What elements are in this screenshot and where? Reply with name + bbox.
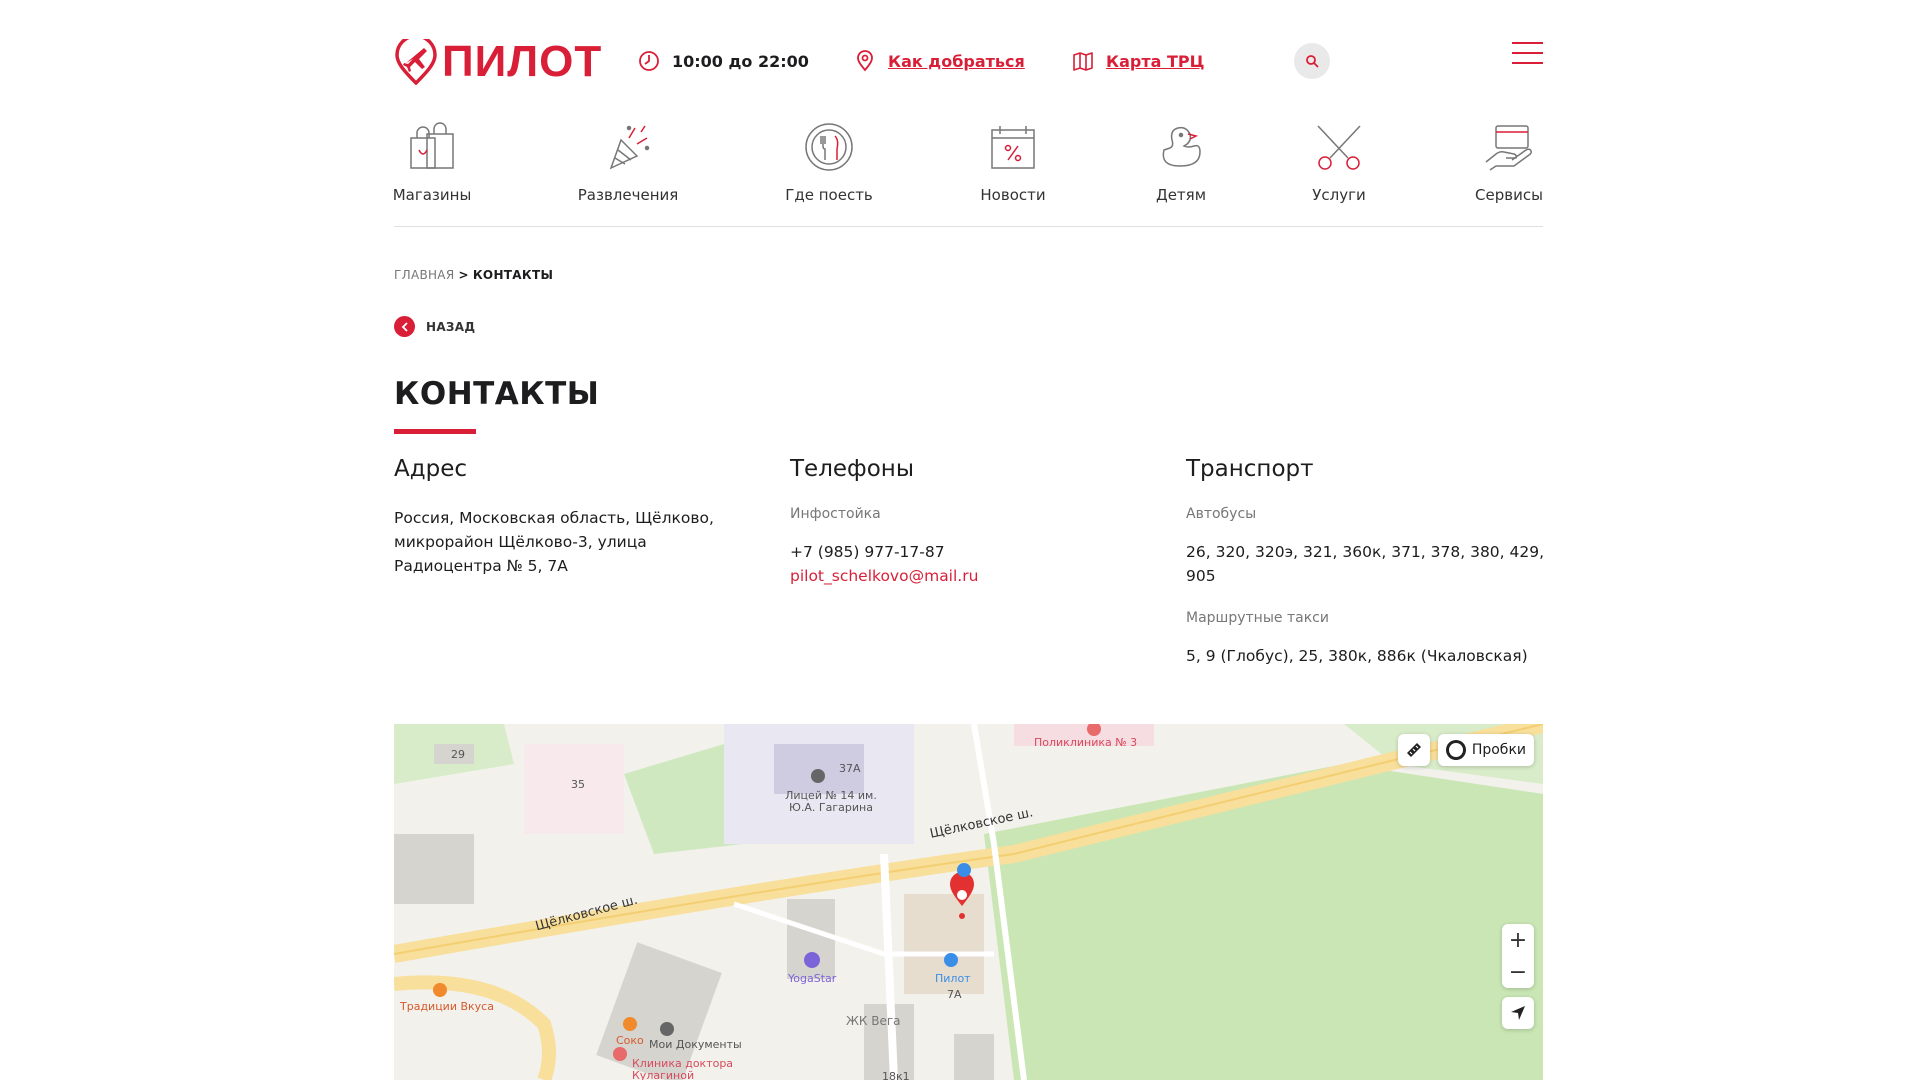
hours-text: 10:00 до 22:00: [672, 51, 809, 71]
map-tiles: [394, 724, 1543, 1080]
breadcrumb-separator: >: [458, 268, 469, 282]
taxi-label: Маршрутные такси: [1186, 610, 1329, 626]
map-label-lyceum: Лицей № 14 им. Ю.А. Гагарина: [785, 789, 877, 814]
logo[interactable]: ПИЛОТ: [394, 38, 602, 86]
map-label-pilot: Пилот: [935, 972, 971, 985]
nav-label: Новости: [980, 186, 1046, 204]
category-nav: Магазины Развлечения Где поесть Новости …: [392, 120, 1543, 227]
search-button[interactable]: [1294, 43, 1330, 79]
rubber-duck-icon: [1162, 126, 1201, 167]
map-label-clinic: Поликлиника № 3: [1034, 736, 1138, 749]
plate-cutlery-icon: [805, 123, 853, 171]
email-link[interactable]: pilot_schelkovo@mail.ru: [790, 564, 1150, 588]
breadcrumb-home[interactable]: ГЛАВНАЯ: [394, 268, 454, 282]
shopping-bags-icon: [410, 122, 454, 169]
nav-label: Магазины: [392, 186, 472, 204]
map-label-7a: 7А: [947, 988, 962, 1001]
back-button[interactable]: НАЗАД: [394, 316, 475, 337]
mall-map-link[interactable]: Карта ТРЦ: [1072, 50, 1204, 72]
search-icon: [1306, 55, 1319, 68]
zoom-control: + −: [1502, 924, 1534, 988]
mall-map-label[interactable]: Карта ТРЦ: [1106, 52, 1204, 71]
map-label-zhk: ЖК Вега: [846, 1014, 901, 1028]
location-map[interactable]: Поликлиника № 3 Лицей № 14 им. Ю.А. Гага…: [394, 724, 1543, 1080]
map-label-docs: Мои Документы: [649, 1038, 742, 1051]
nav-item-service-info[interactable]: Сервисы: [1475, 120, 1543, 204]
nav-label: Сервисы: [1475, 186, 1543, 204]
plane-pin-logo-icon: [395, 39, 437, 85]
how-to-get-label[interactable]: Как добраться: [888, 52, 1025, 71]
zoom-out-button[interactable]: −: [1502, 956, 1534, 988]
breadcrumb: ГЛАВНАЯ > КОНТАКТЫ: [394, 268, 553, 282]
map-label-soko: Соко: [616, 1034, 644, 1047]
navigation-arrow-icon: [1511, 1006, 1525, 1020]
geolocation-button[interactable]: [1502, 997, 1534, 1029]
site-header: ПИЛОТ 10:00 до 22:00 Как добраться Карта…: [394, 38, 1543, 88]
scissors-icon: [1317, 125, 1361, 170]
nav-item-food[interactable]: Где поесть: [785, 120, 873, 204]
back-label: НАЗАД: [426, 319, 476, 334]
location-pin-icon: [857, 50, 873, 72]
ruler-icon: [1407, 743, 1421, 757]
bus-label: Автобусы: [1186, 506, 1257, 522]
address-section: Адрес Россия, Московская область, Щёлков…: [394, 456, 754, 578]
nav-label: Где поесть: [785, 186, 873, 204]
calendar-percent-icon: [991, 126, 1035, 169]
zoom-in-button[interactable]: +: [1502, 924, 1534, 956]
nav-item-services[interactable]: Услуги: [1312, 120, 1366, 204]
clock-icon: [639, 51, 659, 71]
transport-heading: Транспорт: [1186, 456, 1314, 482]
map-label-clinic2: Клиника доктора Кулагиной: [632, 1057, 734, 1080]
address-heading: Адрес: [394, 456, 468, 482]
nav-label: Детям: [1155, 186, 1207, 204]
nav-label: Развлечения: [577, 186, 679, 204]
breadcrumb-current: КОНТАКТЫ: [472, 268, 554, 282]
map-label-tradition: Традиции Вкуса: [400, 1000, 494, 1013]
address-text: Россия, Московская область, Щёлково, мик…: [394, 509, 714, 575]
party-popper-icon: [609, 125, 650, 170]
traffic-ring-icon: [1446, 740, 1466, 760]
chevron-left-icon: [394, 316, 415, 337]
how-to-get-link[interactable]: Как добраться: [854, 50, 1025, 72]
traffic-label: Пробки: [1471, 742, 1526, 758]
nav-label: Услуги: [1312, 186, 1366, 204]
opening-hours: 10:00 до 22:00: [638, 50, 809, 72]
nav-item-shops[interactable]: Магазины: [392, 120, 472, 204]
phones-heading: Телефоны: [790, 456, 914, 482]
phone-number[interactable]: +7 (985) 977-17-87: [790, 540, 1150, 564]
nav-item-kids[interactable]: Детям: [1154, 120, 1208, 204]
map-label-18k1: 18к1: [882, 1070, 910, 1080]
map-label-yogastar: YogaStar: [788, 972, 837, 985]
bus-routes: 26, 320, 320э, 321, 360к, 371, 378, 380,…: [1186, 543, 1545, 585]
menu-burger-icon[interactable]: [1512, 42, 1543, 66]
map-label-29: 29: [451, 748, 465, 761]
transport-section: Транспорт Автобусы 26, 320, 320э, 321, 3…: [1186, 456, 1546, 668]
folded-map-icon: [1073, 52, 1093, 71]
nav-item-entertainment[interactable]: Развлечения: [578, 120, 678, 204]
map-label-35: 35: [571, 778, 585, 791]
logo-text: ПИЛОТ: [442, 37, 603, 86]
page-title: КОНТАКТЫ: [394, 376, 600, 412]
ruler-button[interactable]: [1398, 734, 1430, 766]
phones-section: Телефоны Инфостойка +7 (985) 977-17-87 p…: [790, 456, 1150, 588]
map-label-37a: 37А: [839, 762, 861, 775]
taxi-routes: 5, 9 (Глобус), 25, 380к, 886к (Чкаловска…: [1186, 647, 1528, 665]
traffic-button[interactable]: Пробки: [1438, 734, 1534, 766]
phones-label: Инфостойка: [790, 506, 881, 522]
nav-item-news[interactable]: Новости: [980, 120, 1046, 204]
card-hand-icon: [1485, 125, 1532, 171]
title-underline: [394, 429, 476, 434]
